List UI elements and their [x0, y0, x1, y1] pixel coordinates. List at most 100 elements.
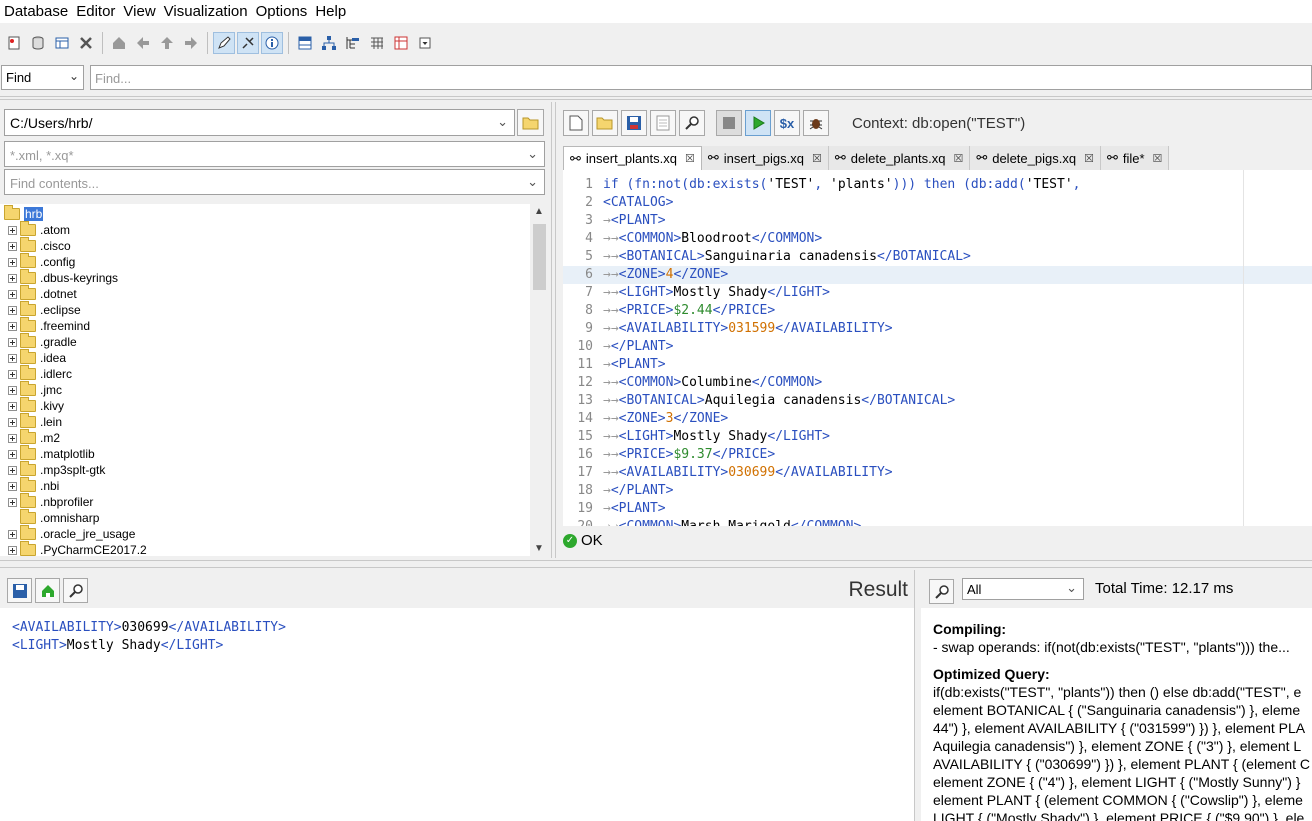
menu-database[interactable]: Database [0, 0, 72, 23]
more-views-dropdown-icon[interactable] [414, 32, 436, 54]
expand-icon[interactable] [8, 449, 17, 459]
code-line[interactable]: 9 →→<AVAILABILITY>031599</AVAILABILITY> [563, 320, 1312, 338]
vertical-splitter[interactable] [551, 102, 556, 558]
up-arrow-icon[interactable] [156, 32, 178, 54]
code-line[interactable]: 3 →<PLANT> [563, 212, 1312, 230]
tree-item[interactable]: .dotnet [0, 285, 77, 302]
back-arrow-icon[interactable] [132, 32, 154, 54]
code-line[interactable]: 14 →→<ZONE>3</ZONE> [563, 410, 1312, 428]
open-file-button[interactable] [592, 110, 618, 136]
folder-view-icon[interactable] [342, 32, 364, 54]
close-tab-icon[interactable]: ☒ [685, 152, 695, 165]
editor-toggle-icon[interactable] [213, 32, 235, 54]
tab-delete-plants[interactable]: ⚯ delete_plants.xq ☒ [828, 146, 971, 170]
search-result-button[interactable] [63, 578, 88, 603]
expand-icon[interactable] [8, 385, 17, 395]
tree-item[interactable]: .oracle_jre_usage [0, 525, 135, 542]
tree-item[interactable]: .gradle [0, 333, 77, 350]
tree-item[interactable]: .lein [0, 413, 62, 430]
expand-icon[interactable] [8, 225, 17, 235]
info-filter-select[interactable]: All ⌄ [962, 578, 1084, 600]
code-line[interactable]: 6 →→<ZONE>4</ZONE> [563, 266, 1312, 284]
file-filter-combo[interactable]: *.xml, *.xq* ⌄ [4, 141, 545, 167]
code-line[interactable]: 17 →→<AVAILABILITY>030699</AVAILABILITY> [563, 464, 1312, 482]
tree-view-icon[interactable] [318, 32, 340, 54]
expand-icon[interactable] [8, 305, 17, 315]
menu-view[interactable]: View [119, 0, 159, 23]
tree-item[interactable]: .omnisharp [0, 509, 99, 526]
tree-item[interactable]: .PyCharmCE2017.2 [0, 541, 147, 556]
close-tab-icon[interactable]: ☒ [812, 152, 822, 165]
expand-icon[interactable] [8, 369, 17, 379]
scatter-plot-icon[interactable] [390, 32, 412, 54]
expand-icon[interactable] [8, 497, 17, 507]
database-properties-icon[interactable] [51, 32, 73, 54]
find-contents-combo[interactable]: Find contents... ⌄ [4, 169, 545, 195]
menu-visualization[interactable]: Visualization [160, 0, 252, 23]
vertical-splitter[interactable] [914, 570, 921, 821]
tree-item[interactable]: .atom [0, 221, 70, 238]
project-toggle-icon[interactable] [237, 32, 259, 54]
expand-icon[interactable] [8, 529, 17, 539]
scroll-down-icon[interactable]: ▼ [534, 543, 544, 554]
home-icon[interactable] [108, 32, 130, 54]
tree-item[interactable]: .jmc [0, 381, 62, 398]
expand-icon[interactable] [8, 401, 17, 411]
save-button[interactable] [621, 110, 647, 136]
code-line[interactable]: 13 →→<BOTANICAL>Aquilegia canadensis</BOT… [563, 392, 1312, 410]
close-database-icon[interactable] [75, 32, 97, 54]
expand-icon[interactable] [8, 337, 17, 347]
find-input[interactable]: Find... [90, 65, 1312, 90]
code-line[interactable]: 5 →→<BOTANICAL>Sanguinaria canadensis</BO… [563, 248, 1312, 266]
find-replace-button[interactable] [679, 110, 705, 136]
code-line[interactable]: 20→→<COMMON>Marsh Marigold</COMMON> [563, 518, 1312, 526]
new-file-button[interactable] [563, 110, 589, 136]
table-view-icon[interactable] [366, 32, 388, 54]
open-database-icon[interactable] [27, 32, 49, 54]
horizontal-splitter[interactable] [0, 96, 1312, 100]
home-result-button[interactable] [35, 578, 60, 603]
tree-item[interactable]: .freemind [0, 317, 90, 334]
expand-icon[interactable] [8, 353, 17, 363]
tab-delete-pigs[interactable]: ⚯ delete_pigs.xq ☒ [970, 146, 1101, 170]
code-line[interactable]: 16 →→<PRICE>$9.37</PRICE> [563, 446, 1312, 464]
code-editor[interactable]: 1 if (fn:not(db:exists('TEST', 'plants'))… [563, 170, 1312, 526]
scrollbar-thumb[interactable] [533, 224, 546, 290]
code-line[interactable]: 19 →<PLANT> [563, 500, 1312, 518]
expand-icon[interactable] [8, 321, 17, 331]
code-line[interactable]: 11 →<PLANT> [563, 356, 1312, 374]
tree-item[interactable]: .config [0, 253, 75, 270]
expand-icon[interactable] [8, 545, 17, 555]
tree-item[interactable]: .mp3splt-gtk [0, 461, 105, 478]
scroll-up-icon[interactable]: ▲ [534, 206, 544, 217]
code-line[interactable]: 7 →→<LIGHT>Mostly Shady</LIGHT> [563, 284, 1312, 302]
code-line[interactable]: 4 →→<COMMON>Bloodroot</COMMON> [563, 230, 1312, 248]
info-icon[interactable] [261, 32, 283, 54]
code-line[interactable]: 1 if (fn:not(db:exists('TEST', 'plants'))… [563, 176, 1312, 194]
close-tab-icon[interactable]: ☒ [1153, 152, 1163, 165]
tree-item[interactable]: .m2 [0, 429, 60, 446]
tree-item[interactable]: .nbi [0, 477, 59, 494]
expand-icon[interactable] [8, 417, 17, 427]
expand-icon[interactable] [8, 257, 17, 267]
code-line[interactable]: 8 →→<PRICE>$2.44</PRICE> [563, 302, 1312, 320]
menu-options[interactable]: Options [252, 0, 312, 23]
run-query-button[interactable] [745, 110, 771, 136]
browse-folder-button[interactable] [517, 109, 544, 136]
tab-insert-pigs[interactable]: ⚯ insert_pigs.xq ☒ [701, 146, 829, 170]
code-line[interactable]: 10 →</PLANT> [563, 338, 1312, 356]
code-line[interactable]: 18 →</PLANT> [563, 482, 1312, 500]
close-tab-icon[interactable]: ☒ [1084, 152, 1094, 165]
map-view-icon[interactable] [294, 32, 316, 54]
expand-icon[interactable] [8, 289, 17, 299]
forward-arrow-icon[interactable] [180, 32, 202, 54]
variables-button[interactable]: $x [774, 110, 800, 136]
close-tab-icon[interactable]: ☒ [953, 152, 963, 165]
tree-item[interactable]: .nbprofiler [0, 493, 93, 510]
code-line[interactable]: 12 →→<COMMON>Columbine</COMMON> [563, 374, 1312, 392]
expand-icon[interactable] [8, 241, 17, 251]
horizontal-splitter[interactable] [0, 560, 1312, 568]
tree-item[interactable]: .matplotlib [0, 445, 95, 462]
expand-icon[interactable] [8, 273, 17, 283]
save-result-button[interactable] [7, 578, 32, 603]
